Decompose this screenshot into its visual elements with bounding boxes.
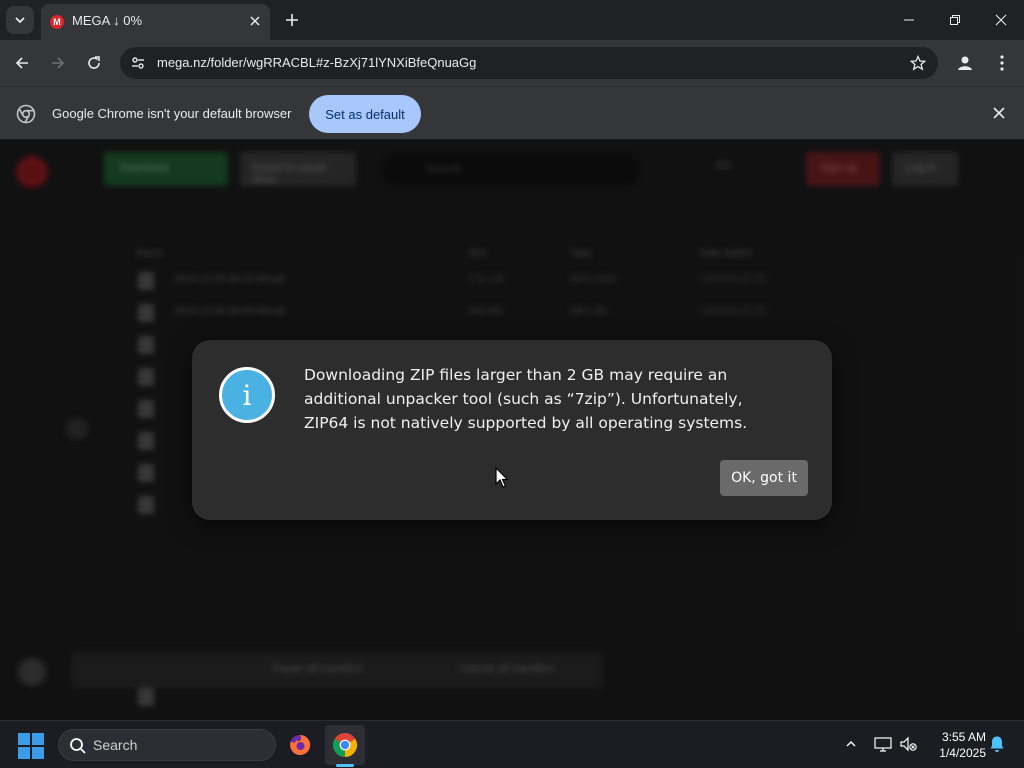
site-info-button[interactable] bbox=[128, 53, 148, 73]
clock-date: 1/4/2025 bbox=[939, 746, 986, 760]
volume-button[interactable] bbox=[898, 733, 920, 755]
set-as-default-button[interactable]: Set as default bbox=[309, 95, 421, 133]
active-app-indicator bbox=[336, 764, 354, 767]
tab-strip: M MEGA ↓ 0% bbox=[0, 0, 1024, 40]
forward-button[interactable] bbox=[44, 49, 72, 77]
dialog-message: Downloading ZIP files larger than 2 GB m… bbox=[304, 366, 748, 432]
taskbar-chrome[interactable] bbox=[325, 725, 365, 765]
chrome-menu-button[interactable] bbox=[988, 49, 1016, 77]
clock-time: 3:55 AM bbox=[941, 730, 986, 744]
taskbar-search-label: Search bbox=[93, 737, 138, 753]
star-icon bbox=[910, 55, 926, 71]
close-icon bbox=[995, 14, 1007, 26]
profile-icon bbox=[958, 56, 972, 70]
reload-button[interactable] bbox=[80, 49, 108, 77]
reload-icon bbox=[88, 56, 100, 69]
taskbar-clock[interactable]: 3:55 AM 1/4/2025 bbox=[928, 729, 986, 761]
chrome-logo-icon bbox=[16, 104, 36, 124]
browser-toolbar: mega.nz/folder/wgRRACBL#z-BzXj71lYNXiBfe… bbox=[0, 40, 1024, 86]
tab-search-button[interactable] bbox=[6, 6, 34, 34]
chrome-icon bbox=[332, 733, 358, 757]
minimize-button[interactable] bbox=[886, 0, 932, 40]
start-button[interactable] bbox=[18, 733, 44, 759]
close-icon bbox=[250, 16, 260, 26]
show-hidden-icons-button[interactable] bbox=[840, 733, 862, 755]
url-text[interactable]: mega.nz/folder/wgRRACBL#z-BzXj71lYNXiBfe… bbox=[157, 55, 476, 70]
network-icon bbox=[874, 737, 892, 752]
taskbar-search-box[interactable]: Search bbox=[58, 729, 276, 761]
tune-icon bbox=[132, 57, 144, 69]
chevron-up-icon bbox=[846, 741, 856, 747]
default-browser-infobar: Google Chrome isn't your default browser… bbox=[0, 86, 1024, 140]
taskbar-firefox[interactable] bbox=[280, 725, 320, 765]
mouse-cursor-icon bbox=[495, 467, 509, 488]
infobar-close-button[interactable] bbox=[990, 104, 1008, 122]
tab-mega[interactable]: M MEGA ↓ 0% bbox=[41, 4, 270, 40]
tab-title: MEGA ↓ 0% bbox=[72, 13, 143, 28]
network-button[interactable] bbox=[872, 733, 894, 755]
tab-close-button[interactable] bbox=[246, 12, 264, 30]
mega-favicon-icon: M bbox=[50, 15, 64, 29]
close-icon bbox=[993, 107, 1005, 119]
firefox-icon bbox=[290, 734, 311, 755]
restore-icon bbox=[950, 15, 960, 25]
restore-button[interactable] bbox=[932, 0, 978, 40]
plus-icon bbox=[286, 14, 298, 26]
windows-logo-icon bbox=[18, 733, 30, 745]
minimize-icon bbox=[904, 19, 914, 21]
new-tab-button[interactable] bbox=[280, 8, 304, 32]
windows-taskbar: Search 3:55 AM 1/4/2025 bbox=[0, 720, 1024, 768]
notifications-button[interactable] bbox=[986, 733, 1008, 755]
bookmark-button[interactable] bbox=[908, 53, 928, 73]
chevron-down-icon bbox=[15, 17, 25, 24]
back-button[interactable] bbox=[8, 49, 36, 77]
more-vert-icon bbox=[1000, 55, 1004, 71]
info-icon: i bbox=[219, 367, 275, 423]
forward-arrow-icon bbox=[52, 57, 65, 69]
bell-icon bbox=[990, 736, 1004, 752]
zip-warning-dialog: i Downloading ZIP files larger than 2 GB… bbox=[192, 340, 832, 520]
back-arrow-icon bbox=[15, 57, 28, 69]
ok-got-it-button[interactable]: OK, got it bbox=[720, 460, 808, 496]
search-icon bbox=[70, 738, 86, 754]
speaker-muted-icon bbox=[900, 736, 917, 752]
profile-button[interactable] bbox=[951, 49, 979, 77]
infobar-message: Google Chrome isn't your default browser bbox=[52, 106, 292, 121]
close-window-button[interactable] bbox=[978, 0, 1024, 40]
address-bar[interactable]: mega.nz/folder/wgRRACBL#z-BzXj71lYNXiBfe… bbox=[120, 47, 938, 79]
